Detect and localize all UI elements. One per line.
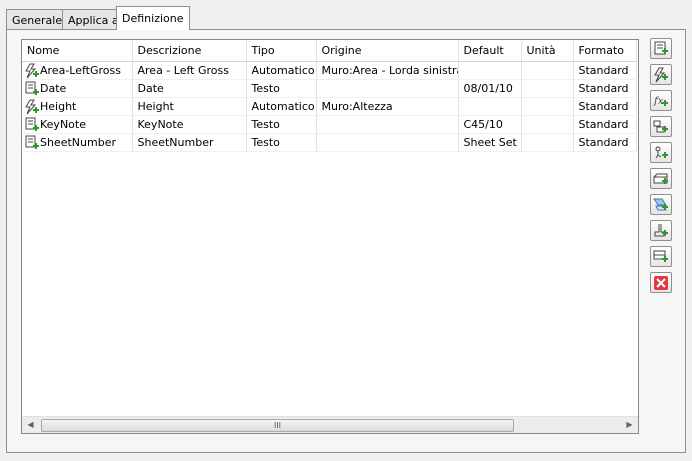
column-header-origine[interactable]: Origine — [316, 40, 459, 62]
tab-label: Applica a — [68, 14, 119, 27]
property-name: Date — [40, 82, 67, 95]
cell-default[interactable] — [458, 97, 522, 116]
cell-name[interactable]: Date — [22, 79, 133, 98]
add-list-property-icon — [653, 250, 668, 262]
definition-panel: Nome Descrizione Tipo Origine Default Un… — [6, 29, 686, 453]
cell-unita[interactable] — [521, 61, 574, 80]
cell-origine[interactable]: Muro:Area - Lorda sinistra — [316, 61, 459, 80]
tab-generale[interactable]: Generale — [6, 9, 69, 29]
cell-descrizione[interactable]: Area - Left Gross — [132, 61, 247, 80]
add-material-property-icon — [653, 198, 668, 211]
property-table: Nome Descrizione Tipo Origine Default Un… — [22, 40, 637, 152]
cell-tipo[interactable]: Automatico — [246, 61, 317, 80]
property-name: Height — [40, 100, 77, 113]
add-material-property-button[interactable] — [650, 194, 672, 215]
table-row[interactable]: Date Date Testo 08/01/10 Standard — [22, 79, 637, 98]
property-name: SheetNumber — [40, 136, 116, 149]
property-name: KeyNote — [40, 118, 86, 131]
tab-label: Generale — [12, 14, 63, 27]
scrollbar-thumb[interactable]: III — [41, 419, 514, 432]
column-header-default[interactable]: Default — [458, 40, 522, 62]
text-property-icon — [25, 117, 39, 131]
cell-descrizione[interactable]: SheetNumber — [132, 133, 247, 152]
cell-tipo[interactable]: Automatico — [246, 97, 317, 116]
cell-descrizione[interactable]: Height — [132, 97, 247, 116]
table-row[interactable]: KeyNote KeyNote Testo C45/10 Standard — [22, 115, 637, 134]
cell-default[interactable]: C45/10 — [458, 115, 522, 134]
add-anchor-property-button[interactable] — [650, 116, 672, 137]
add-automatic-property-icon — [654, 67, 668, 83]
cell-unita[interactable] — [521, 133, 574, 152]
cell-descrizione[interactable]: KeyNote — [132, 115, 247, 134]
cell-default[interactable] — [458, 61, 522, 80]
cell-name[interactable]: Area-LeftGross — [22, 61, 133, 80]
automatic-property-icon — [25, 63, 39, 79]
property-grid: Nome Descrizione Tipo Origine Default Un… — [21, 39, 639, 434]
cell-formato[interactable]: Standard — [573, 79, 637, 98]
table-row[interactable]: Height Height Automatico Muro:Altezza Standa… — [22, 97, 637, 116]
cell-tipo[interactable]: Testo — [246, 79, 317, 98]
cell-origine[interactable] — [316, 79, 459, 98]
cell-origine[interactable] — [316, 133, 459, 152]
add-manual-property-button[interactable] — [650, 38, 672, 59]
automatic-property-icon — [25, 99, 39, 115]
add-location-property-icon — [655, 146, 668, 159]
cell-tipo[interactable]: Testo — [246, 133, 317, 152]
text-property-icon — [25, 81, 39, 95]
header-row: Nome Descrizione Tipo Origine Default Un… — [22, 40, 637, 62]
delete-property-button[interactable] — [650, 272, 672, 293]
add-formula-property-icon: fx — [653, 96, 668, 107]
cell-unita[interactable] — [521, 79, 574, 98]
cell-formato[interactable]: Standard — [573, 61, 637, 80]
column-header-descrizione[interactable]: Descrizione — [132, 40, 247, 62]
column-header-nome[interactable]: Nome — [22, 40, 133, 62]
add-location-property-button[interactable] — [650, 142, 672, 163]
svg-text:fx: fx — [653, 96, 664, 107]
scrollbar-grip: III — [273, 421, 282, 430]
cell-unita[interactable] — [521, 115, 574, 134]
cell-name[interactable]: KeyNote — [22, 115, 133, 134]
cell-name[interactable]: Height — [22, 97, 133, 116]
cell-default[interactable]: 08/01/10 — [458, 79, 522, 98]
tab-definizione[interactable]: Definizione — [116, 6, 190, 30]
scroll-left-icon[interactable]: ◀ — [24, 419, 37, 431]
add-graphic-property-button[interactable] — [650, 220, 672, 241]
column-header-tipo[interactable]: Tipo — [246, 40, 317, 62]
add-classification-property-icon — [653, 173, 668, 184]
table-row[interactable]: Area-LeftGross Area - Left Gross Automatic… — [22, 61, 637, 80]
cell-formato[interactable]: Standard — [573, 133, 637, 152]
property-name: Area-LeftGross — [40, 64, 121, 77]
cell-formato[interactable]: Standard — [573, 115, 637, 134]
column-header-unita[interactable]: Unità — [521, 40, 574, 62]
cell-default[interactable]: Sheet Set — [458, 133, 522, 152]
add-list-property-button[interactable] — [650, 246, 672, 267]
text-property-icon — [25, 135, 39, 149]
add-formula-property-button[interactable]: fx — [650, 90, 672, 111]
cell-tipo[interactable]: Testo — [246, 115, 317, 134]
scroll-right-icon[interactable]: ▶ — [623, 419, 636, 431]
column-header-formato[interactable]: Formato — [573, 40, 637, 62]
add-classification-property-button[interactable] — [650, 168, 672, 189]
add-anchor-property-icon — [653, 120, 668, 133]
add-graphic-property-icon — [654, 224, 668, 237]
cell-descrizione[interactable]: Date — [132, 79, 247, 98]
cell-formato[interactable]: Standard — [573, 97, 637, 116]
cell-origine[interactable] — [316, 115, 459, 134]
cell-unita[interactable] — [521, 97, 574, 116]
cell-origine[interactable]: Muro:Altezza — [316, 97, 459, 116]
tab-label: Definizione — [122, 12, 184, 25]
add-automatic-property-button[interactable] — [650, 64, 672, 85]
table-row[interactable]: SheetNumber SheetNumber Testo Sheet Set Stan… — [22, 133, 637, 152]
add-manual-property-icon — [654, 41, 668, 55]
delete-property-icon — [654, 276, 668, 290]
cell-name[interactable]: SheetNumber — [22, 133, 133, 152]
horizontal-scrollbar[interactable]: ◀ III ▶ — [22, 416, 638, 433]
